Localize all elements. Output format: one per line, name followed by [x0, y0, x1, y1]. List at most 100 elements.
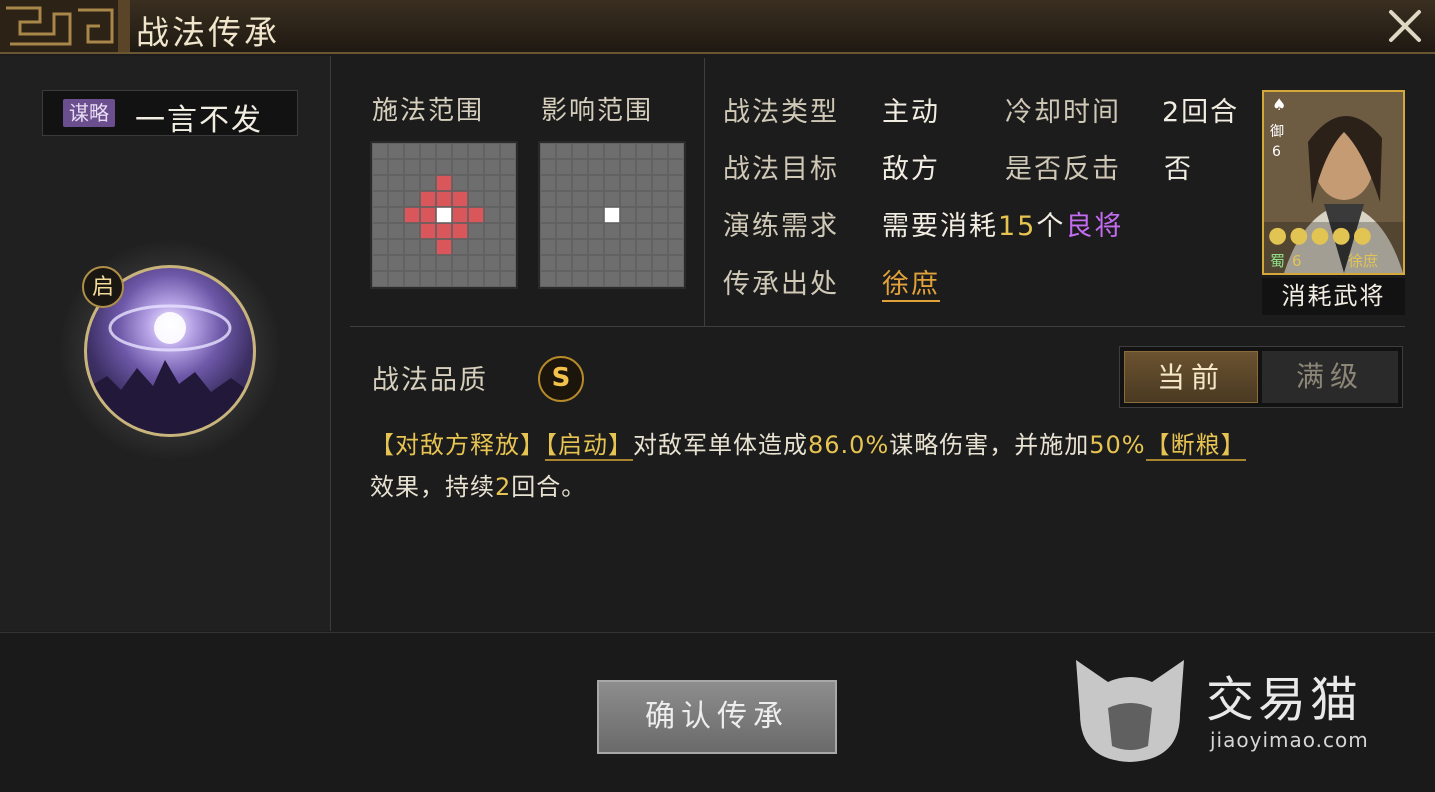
grid-cell [452, 255, 468, 271]
grid-cell [372, 239, 388, 255]
grid-cell [388, 207, 404, 223]
cooldown-label: 冷却时间 [1005, 97, 1121, 128]
grid-cell [500, 223, 516, 239]
cat-logo-icon [1076, 660, 1184, 762]
quality-label: 战法品质 [372, 365, 488, 396]
svg-text:6: 6 [1292, 252, 1302, 270]
title-ornament-icon [0, 0, 130, 52]
grid-cell [436, 271, 452, 287]
target-label: 战法目标 [723, 154, 839, 185]
grid-cell [668, 207, 684, 223]
grid-cell [572, 255, 588, 271]
grid-cell [604, 143, 620, 159]
grid-cell [372, 191, 388, 207]
grid-cell [452, 271, 468, 287]
grid-cell [388, 255, 404, 271]
grid-cell [604, 207, 620, 223]
grid-cell [420, 175, 436, 191]
watermark-url: jiaoyimao.com [1210, 728, 1369, 752]
grid-cell [620, 271, 636, 287]
skill-type-value: 主动 [882, 97, 940, 128]
quality-grade-badge: S [538, 356, 584, 402]
grid-cell [668, 175, 684, 191]
training-value: 需要消耗15个良将 [882, 211, 1124, 242]
grid-cell [452, 239, 468, 255]
grid-cell [420, 191, 436, 207]
confirm-inherit-button[interactable]: 确认传承 [597, 680, 837, 754]
grid-cell [420, 207, 436, 223]
grid-cell [572, 175, 588, 191]
skill-type-label: 战法类型 [723, 97, 839, 128]
grid-cell [604, 271, 620, 287]
grid-cell [452, 143, 468, 159]
grid-cell [668, 271, 684, 287]
grid-cell [484, 143, 500, 159]
grid-cell [436, 239, 452, 255]
grid-cell [636, 143, 652, 159]
cooldown-value: 2回合 [1162, 97, 1240, 128]
grid-cell [620, 255, 636, 271]
grid-cell [556, 255, 572, 271]
grid-cell [500, 159, 516, 175]
grid-cell [452, 223, 468, 239]
consume-general-label: 消耗武将 [1262, 278, 1405, 315]
grid-cell [372, 207, 388, 223]
grid-cell [540, 207, 556, 223]
grid-cell [652, 143, 668, 159]
grid-cell [420, 159, 436, 175]
training-item-link[interactable]: 良将 [1065, 211, 1123, 242]
grid-cell [620, 159, 636, 175]
svg-text:6: 6 [1272, 144, 1281, 160]
tab-max-level[interactable]: 满级 [1262, 351, 1398, 403]
grid-cell [388, 191, 404, 207]
grid-cell [572, 271, 588, 287]
tab-current[interactable]: 当前 [1124, 351, 1258, 403]
grid-cell [484, 255, 500, 271]
level-toggle: 当前 满级 [1119, 346, 1403, 408]
grid-cell [588, 239, 604, 255]
grid-cell [500, 207, 516, 223]
grid-cell [500, 239, 516, 255]
grid-cell [420, 239, 436, 255]
close-icon[interactable] [1385, 6, 1425, 46]
grid-cell [620, 143, 636, 159]
source-general-link[interactable]: 徐庶 [882, 262, 940, 302]
grid-cell [420, 143, 436, 159]
grid-cell [404, 159, 420, 175]
grid-cell [604, 239, 620, 255]
grid-cell [436, 175, 452, 191]
general-card[interactable]: ♠ 御 6 ●●●●● 蜀 6 徐庶 [1262, 90, 1405, 275]
grid-cell [556, 175, 572, 191]
grid-cell [668, 143, 684, 159]
grid-cell [500, 191, 516, 207]
grid-cell [668, 255, 684, 271]
grid-cell [652, 255, 668, 271]
cast-range-grid [370, 141, 518, 289]
grid-cell [540, 175, 556, 191]
skill-type-tag: 谋略 [63, 99, 115, 127]
grid-cell [636, 159, 652, 175]
divider [704, 58, 705, 326]
grid-cell [484, 175, 500, 191]
grid-cell [668, 239, 684, 255]
grid-cell [652, 239, 668, 255]
grid-cell [604, 223, 620, 239]
grid-cell [404, 207, 420, 223]
grid-cell [484, 239, 500, 255]
grid-cell [572, 159, 588, 175]
grid-cell [452, 191, 468, 207]
grid-cell [420, 255, 436, 271]
grid-cell [468, 143, 484, 159]
grid-cell [468, 175, 484, 191]
grid-cell [468, 239, 484, 255]
grid-cell [588, 175, 604, 191]
svg-text:♠: ♠ [1272, 95, 1286, 114]
grid-cell [372, 175, 388, 191]
grid-cell [404, 271, 420, 287]
grid-cell [500, 255, 516, 271]
grid-cell [452, 159, 468, 175]
grid-cell [652, 191, 668, 207]
effect-range-grid [538, 141, 686, 289]
grid-cell [484, 191, 500, 207]
grid-cell [540, 159, 556, 175]
